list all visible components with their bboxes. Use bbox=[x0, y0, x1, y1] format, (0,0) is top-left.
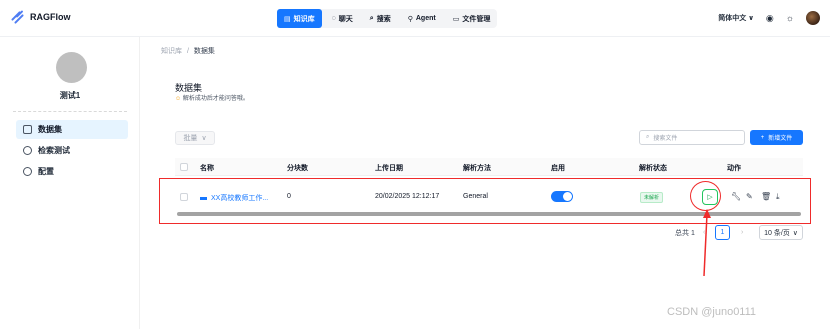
sidebar-item-config[interactable]: 配置 bbox=[16, 162, 128, 181]
column-header-upload-date[interactable]: 上传日期 bbox=[375, 163, 403, 173]
breadcrumb-root[interactable]: 知识库 bbox=[161, 48, 182, 55]
folder-icon: ▭ bbox=[452, 15, 460, 23]
nav-item-search[interactable]: ⌕ 搜索 bbox=[363, 9, 398, 28]
app-logo[interactable]: RAGFlow bbox=[10, 10, 71, 24]
select-all-checkbox[interactable] bbox=[180, 163, 188, 171]
sidebar-divider bbox=[13, 111, 127, 112]
search-icon: ⌕ bbox=[369, 14, 374, 22]
github-icon[interactable]: ◉ bbox=[766, 13, 774, 24]
sidebar-item-label: 配置 bbox=[38, 167, 54, 176]
agent-icon: ⚲ bbox=[407, 15, 413, 23]
chevron-down-icon: ∨ bbox=[792, 229, 798, 237]
sidebar: 测试1 数据集 检索测试 配置 bbox=[0, 37, 140, 329]
main-nav: ▤ 知识库 ◌ 聊天 ⌕ 搜索 ⚲ Agent ▭ 文件管理 bbox=[277, 9, 498, 28]
add-file-label: 新增文件 bbox=[768, 136, 793, 142]
chat-icon: ◌ bbox=[331, 15, 336, 22]
language-selector[interactable]: 简体中文 ∨ bbox=[718, 13, 754, 23]
top-navbar: RAGFlow ▤ 知识库 ◌ 聊天 ⌕ 搜索 ⚲ Agent ▭ 文件管理 简… bbox=[0, 0, 830, 37]
knowledge-base-avatar bbox=[56, 52, 87, 83]
next-page-icon[interactable]: › bbox=[741, 225, 743, 240]
smile-icon: ☺ bbox=[175, 96, 182, 102]
breadcrumb-separator: / bbox=[186, 48, 189, 55]
sidebar-item-label: 数据集 bbox=[38, 125, 62, 134]
nav-item-file-management[interactable]: ▭ 文件管理 bbox=[446, 9, 498, 28]
theme-toggle-icon[interactable]: ☼ bbox=[786, 13, 794, 23]
add-file-button[interactable]: + 新增文件 bbox=[750, 130, 803, 145]
annotation-arrow bbox=[703, 209, 711, 277]
breadcrumb-current: 数据集 bbox=[193, 48, 215, 55]
batch-dropdown[interactable]: 批量 ∨ bbox=[175, 131, 215, 145]
app-name: RAGFlow bbox=[30, 11, 71, 22]
file-icon bbox=[23, 125, 32, 134]
nav-label: 聊天 bbox=[338, 15, 353, 23]
nav-item-knowledge-base[interactable]: ▤ 知识库 bbox=[277, 9, 322, 28]
watermark: CSDN @juno0111 bbox=[667, 306, 757, 318]
page-size-label: 10 条/页 bbox=[764, 229, 790, 237]
search-icon: ⌕ bbox=[646, 134, 650, 140]
table-header: 名称 分块数 上传日期 解析方法 启用 解析状态 动作 bbox=[175, 158, 803, 176]
chevron-down-icon: ∨ bbox=[748, 15, 754, 22]
language-label: 简体中文 bbox=[718, 15, 747, 22]
search-input[interactable]: ⌕ 搜索文件 bbox=[639, 130, 745, 145]
user-avatar[interactable] bbox=[806, 11, 820, 25]
page-size-select[interactable]: 10 条/页 ∨ bbox=[759, 225, 803, 240]
plus-icon: + bbox=[760, 134, 765, 141]
nav-label: Agent bbox=[415, 15, 436, 22]
nav-label: 知识库 bbox=[293, 15, 315, 23]
ragflow-logo-icon bbox=[10, 10, 25, 24]
breadcrumb: 知识库 / 数据集 bbox=[161, 46, 215, 56]
column-header-parser: 解析方法 bbox=[463, 165, 491, 172]
gear-icon bbox=[23, 167, 32, 176]
top-right-controls: 简体中文 ∨ ◉ ☼ bbox=[718, 11, 820, 25]
search-placeholder: 搜索文件 bbox=[653, 136, 678, 142]
column-header-status: 解析状态 bbox=[639, 165, 667, 172]
column-header-actions: 动作 bbox=[727, 165, 741, 172]
sidebar-item-dataset[interactable]: 数据集 bbox=[16, 120, 128, 139]
page-subtitle: ☺ 解析成功后才能问答哦。 bbox=[175, 93, 249, 102]
nav-item-agent[interactable]: ⚲ Agent bbox=[401, 9, 443, 28]
column-header-chunks[interactable]: 分块数 bbox=[287, 163, 308, 173]
knowledge-base-name: 测试1 bbox=[59, 91, 81, 100]
column-header-name[interactable]: 名称 bbox=[200, 163, 214, 173]
database-icon: ▤ bbox=[284, 15, 291, 23]
chevron-down-icon: ∨ bbox=[201, 135, 207, 142]
batch-label: 批量 bbox=[183, 135, 198, 142]
nav-label: 搜索 bbox=[376, 15, 391, 23]
sidebar-item-label: 检索测试 bbox=[38, 146, 70, 155]
subtitle-text: 解析成功后才能问答哦。 bbox=[182, 96, 249, 102]
nav-item-chat[interactable]: ◌ 聊天 bbox=[325, 9, 360, 28]
column-header-enabled: 启用 bbox=[551, 165, 565, 172]
sidebar-item-retrieval-test[interactable]: 检索测试 bbox=[16, 141, 128, 160]
nav-label: 文件管理 bbox=[462, 15, 491, 23]
target-icon bbox=[23, 146, 32, 155]
